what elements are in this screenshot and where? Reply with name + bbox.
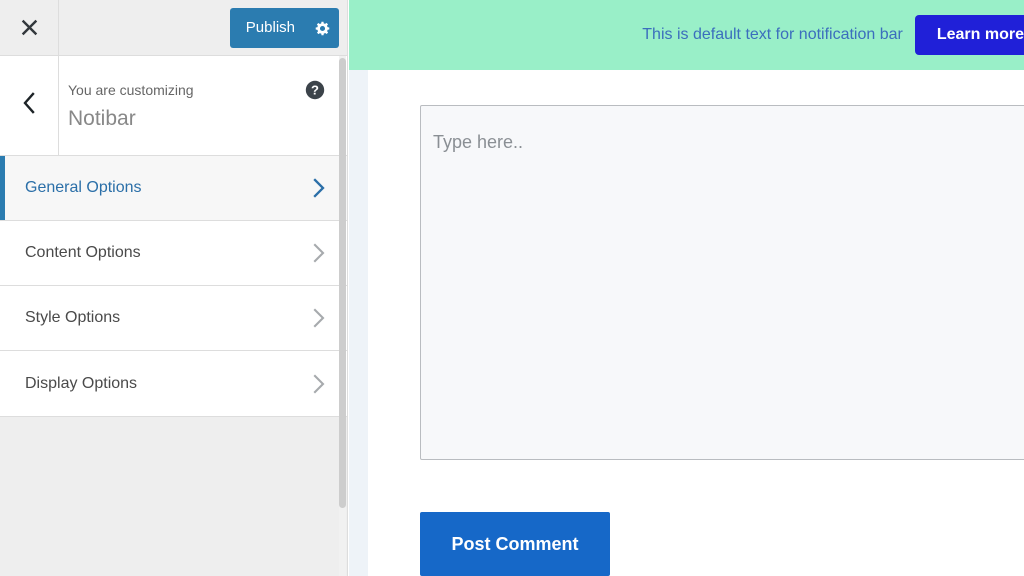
publish-button-label: Publish [245, 19, 295, 36]
sidebar-item-content-options[interactable]: Content Options [0, 221, 347, 286]
panel-list: General Options Content Options Style Op… [0, 156, 347, 417]
sidebar-item-display-options[interactable]: Display Options [0, 351, 347, 416]
sidebar-item-label: Display Options [25, 374, 138, 392]
post-comment-button[interactable]: Post Comment [420, 512, 610, 576]
customizing-header: You are customizing Notibar ? [0, 56, 347, 156]
comment-textarea[interactable]: Type here.. [420, 105, 1024, 460]
site-content: Type here.. Post Comment [368, 70, 1024, 576]
customizer-sidebar: Publish You are customizing Notibar ? Ge… [0, 0, 348, 576]
chevron-right-icon [313, 243, 325, 263]
sidebar-item-label: Content Options [25, 244, 141, 261]
customizer-screen: Publish You are customizing Notibar ? Ge… [0, 0, 1024, 576]
publish-button[interactable]: Publish [229, 8, 339, 48]
sidebar-item-general-options[interactable]: General Options [0, 156, 347, 221]
customizing-eyebrow: You are customizing [68, 82, 194, 98]
chevron-right-icon [313, 178, 325, 198]
svg-text:?: ? [311, 83, 319, 98]
sidebar-empty-area [0, 417, 347, 569]
chevron-left-icon [22, 92, 36, 119]
notification-bar: This is default text for notification ba… [349, 0, 1024, 70]
back-button[interactable] [0, 56, 59, 155]
close-icon [21, 19, 38, 36]
sidebar-item-label: Style Options [25, 309, 121, 326]
customizing-text-block: You are customizing Notibar [68, 80, 194, 134]
page-title: Notibar [68, 107, 136, 130]
customizer-topbar: Publish [0, 0, 347, 56]
sidebar-item-label: General Options [25, 179, 142, 196]
chevron-right-icon [313, 308, 325, 328]
notification-bar-text: This is default text for notification ba… [642, 26, 903, 43]
gear-icon[interactable] [305, 8, 339, 48]
close-customizer-button[interactable] [0, 0, 59, 55]
learn-more-button[interactable]: Learn more [914, 15, 1024, 55]
help-circle-icon[interactable]: ? [305, 80, 325, 100]
sidebar-item-style-options[interactable]: Style Options [0, 286, 347, 351]
comment-textarea-placeholder: Type here.. [433, 132, 524, 152]
sidebar-scrollbar-thumb[interactable] [339, 58, 346, 508]
site-preview-pane: This is default text for notification ba… [349, 0, 1024, 576]
chevron-right-icon [313, 374, 325, 394]
